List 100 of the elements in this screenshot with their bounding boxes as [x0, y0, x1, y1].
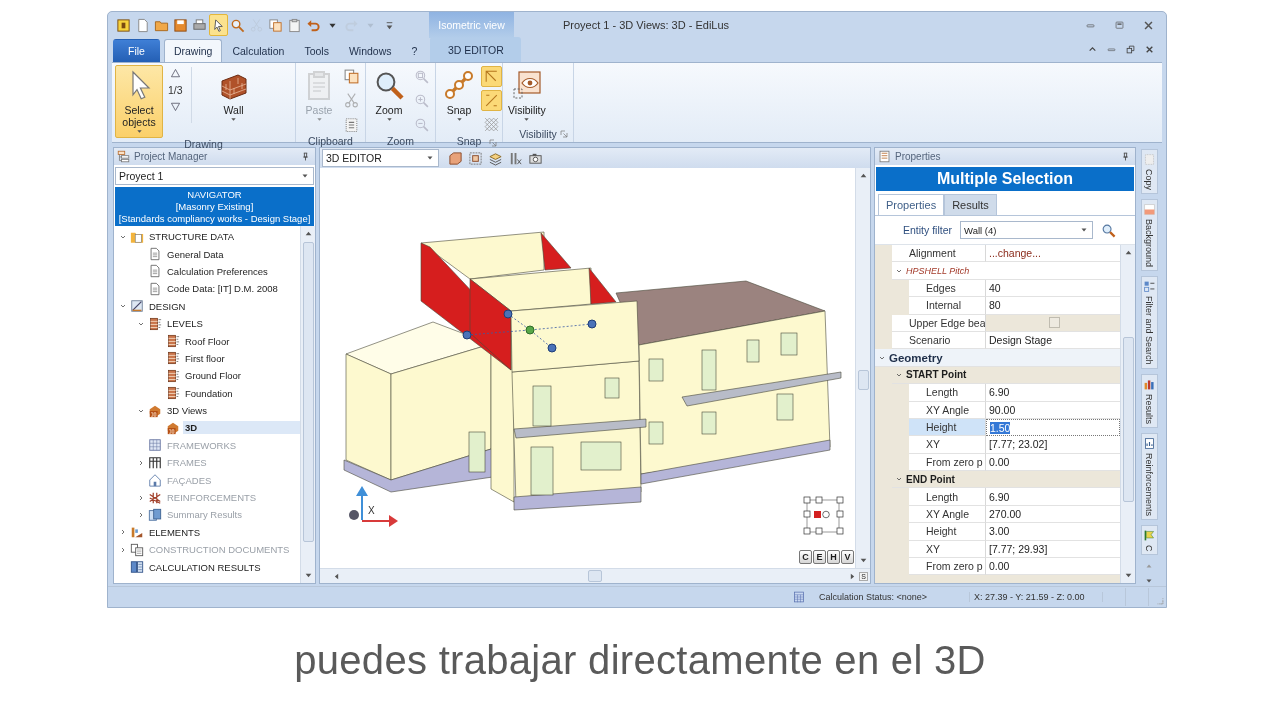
app-logo-icon[interactable] [116, 17, 131, 33]
panel-tab[interactable]: Properties [878, 194, 945, 215]
property-value[interactable]: 40 [989, 281, 1001, 294]
scroll-thumb[interactable] [1122, 337, 1134, 502]
ribbon-tab[interactable]: 3D EDITOR [430, 37, 522, 62]
side-tab[interactable]: Reinforcements [1140, 432, 1158, 520]
snap-button[interactable]: Snap [439, 65, 479, 126]
dialog-launcher-icon[interactable] [489, 139, 497, 147]
tree-item[interactable]: Roof Floor [183, 334, 232, 348]
new-page-icon[interactable] [135, 17, 150, 33]
dialog-launcher-icon[interactable] [560, 130, 568, 138]
tree-item[interactable]: First floor [183, 351, 227, 365]
grid-icon[interactable] [483, 116, 500, 133]
section-cut-icon[interactable] [508, 150, 523, 166]
tree-item[interactable]: ELEMENTS [147, 525, 203, 539]
pin-icon[interactable] [301, 152, 310, 161]
snap-corner-icon[interactable] [483, 68, 500, 85]
view-dropdown[interactable]: 3D EDITOR [322, 149, 439, 167]
navigator-heading: [Masonry Existing] [174, 201, 255, 213]
navigator-heading: NAVIGATOR [186, 189, 243, 201]
view-mode-button[interactable]: V [841, 550, 854, 564]
printer-icon[interactable] [192, 17, 207, 33]
scroll-down-icon[interactable] [303, 571, 313, 580]
vertical-scrollbar[interactable] [1120, 245, 1135, 583]
wall-button[interactable]: Wall [213, 65, 254, 126]
scroll-up-icon[interactable] [858, 171, 868, 180]
tree-item[interactable]: Ground Floor [183, 369, 243, 383]
collapse-ribbon-icon[interactable] [1088, 45, 1097, 54]
pin-icon[interactable] [1121, 152, 1130, 161]
scroll-left-icon[interactable] [332, 571, 341, 581]
entity-filter-dropdown[interactable]: Wall (4) [960, 221, 1093, 239]
tree-item[interactable]: LEVELS [165, 317, 205, 331]
property-value[interactable]: 6.90 [989, 490, 1010, 503]
property-value[interactable]: 3.00 [989, 525, 1010, 538]
property-value[interactable]: 90.00 [989, 403, 1016, 416]
panel-tab[interactable]: Results [944, 194, 997, 215]
copy-icon[interactable] [268, 17, 283, 33]
clipboard-icon[interactable] [287, 17, 302, 33]
property-value[interactable]: 6.90 [989, 386, 1010, 399]
expand-chevron-icon[interactable] [119, 528, 127, 537]
scroll-up-icon[interactable] [168, 67, 182, 80]
copy-icon[interactable] [343, 68, 360, 85]
resize-grip-icon[interactable] [1155, 595, 1164, 605]
restore-icon[interactable] [1126, 45, 1135, 54]
scroll-up-icon[interactable] [1123, 248, 1133, 257]
property-value[interactable]: 0.00 [989, 455, 1010, 468]
ribbon-tab[interactable]: Tools [294, 39, 339, 62]
side-tab[interactable]: Background [1140, 199, 1158, 272]
property-value[interactable]: 80 [989, 299, 1001, 312]
wireframe-icon[interactable] [468, 150, 483, 166]
ribbon-tab[interactable]: File [113, 39, 160, 62]
clipboard-icon[interactable] [343, 116, 360, 133]
tree-item[interactable]: CALCULATION RESULTS [147, 560, 263, 574]
maximize-icon[interactable] [1114, 19, 1125, 31]
view-mode-button[interactable]: E [813, 550, 826, 564]
scroll-thumb[interactable] [302, 242, 314, 542]
tree-item[interactable]: 3D [183, 421, 300, 435]
project-dropdown[interactable]: Proyect 1 [115, 167, 314, 185]
search-icon[interactable] [230, 17, 245, 33]
ribbon-tab[interactable]: ? [401, 39, 428, 62]
layers-icon[interactable] [488, 150, 503, 166]
search-icon[interactable] [1101, 222, 1116, 238]
view-mode-button[interactable]: C [799, 550, 812, 564]
solid-view-icon[interactable] [448, 150, 463, 166]
tree-item[interactable]: 3D Views [165, 404, 209, 418]
close-icon[interactable] [1145, 45, 1154, 54]
side-tab[interactable]: C [1140, 524, 1158, 556]
vertical-scrollbar[interactable] [300, 226, 315, 583]
visibility-button[interactable]: Visibility [506, 65, 548, 126]
scroll-down-icon[interactable] [858, 556, 868, 565]
close-icon[interactable] [1143, 19, 1154, 31]
snap-line-icon[interactable] [483, 92, 500, 109]
scroll-down-icon[interactable] [1123, 571, 1133, 580]
scroll-up-icon[interactable] [303, 229, 313, 238]
side-tab[interactable]: Copy [1140, 149, 1158, 194]
scroll-down-icon[interactable] [168, 100, 182, 113]
property-value[interactable]: 270.00 [989, 508, 1022, 521]
vertical-scrollbar[interactable] [855, 168, 870, 568]
scroll-thumb[interactable] [857, 370, 869, 390]
scroll-thumb[interactable] [587, 570, 602, 582]
ribbon-tab[interactable]: Drawing [163, 39, 223, 62]
zoom-button[interactable]: Zoom [369, 65, 409, 126]
tree-item[interactable]: STRUCTURE DATA [147, 230, 237, 244]
side-tab[interactable]: Results [1140, 373, 1158, 428]
property-value[interactable]: 1.50 [990, 421, 1011, 434]
side-tab[interactable]: Filter and Search [1140, 276, 1158, 369]
tree-item[interactable]: Code Data: [IT] D.M. 2008 [165, 282, 280, 296]
select-button[interactable]: Select objects [115, 65, 163, 138]
tree-item[interactable]: General Data [165, 247, 226, 261]
pointer-icon[interactable] [211, 17, 226, 33]
tree-item[interactable]: Calculation Preferences [165, 264, 270, 278]
minimize-icon[interactable] [1107, 45, 1116, 54]
checkbox[interactable] [1049, 317, 1060, 329]
property-value[interactable]: 0.00 [989, 560, 1010, 573]
tree-item[interactable]: Foundation [183, 386, 235, 400]
ribbon-tab[interactable]: Calculation [222, 39, 295, 62]
tree-item[interactable]: DESIGN [147, 299, 188, 313]
view-mode-button[interactable]: H [827, 550, 840, 564]
ribbon-tab[interactable]: Windows [338, 39, 402, 62]
caret-icon[interactable] [329, 21, 336, 29]
